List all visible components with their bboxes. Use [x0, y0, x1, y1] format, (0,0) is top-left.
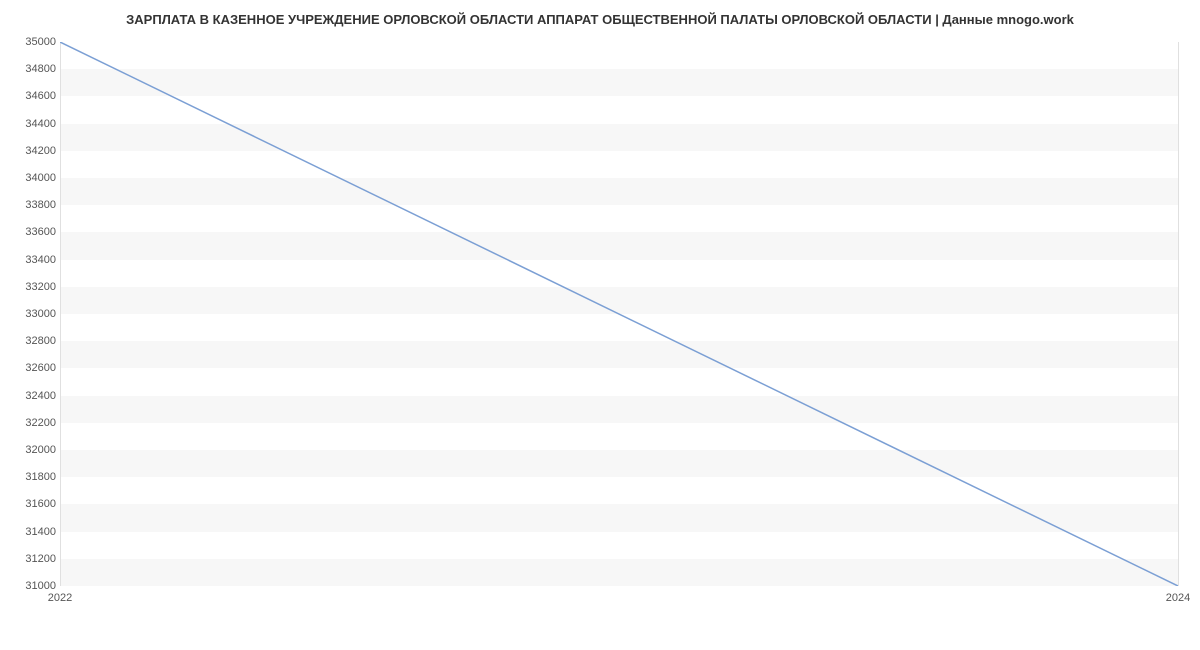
y-tick-label: 31400: [25, 526, 56, 538]
y-tick-label: 34400: [25, 118, 56, 130]
chart-line-svg: [60, 42, 1178, 586]
x-tick-label: 2022: [48, 592, 72, 604]
data-line: [60, 42, 1178, 586]
grid-line-x: [1178, 42, 1179, 586]
chart-container: ЗАРПЛАТА В КАЗЕННОЕ УЧРЕЖДЕНИЕ ОРЛОВСКОЙ…: [0, 0, 1200, 620]
y-tick-label: 34600: [25, 90, 56, 102]
y-tick-label: 32400: [25, 390, 56, 402]
y-tick-label: 34800: [25, 63, 56, 75]
y-tick-label: 31000: [25, 580, 56, 592]
y-tick-label: 32200: [25, 417, 56, 429]
x-tick-label: 2024: [1166, 592, 1190, 604]
y-tick-label: 32000: [25, 444, 56, 456]
plot-area: [60, 42, 1178, 586]
y-tick-label: 33400: [25, 254, 56, 266]
y-tick-label: 33600: [25, 226, 56, 238]
y-tick-label: 31200: [25, 553, 56, 565]
y-tick-label: 31600: [25, 498, 56, 510]
y-tick-label: 33800: [25, 199, 56, 211]
y-tick-label: 31800: [25, 471, 56, 483]
y-tick-label: 34000: [25, 172, 56, 184]
y-tick-label: 34200: [25, 145, 56, 157]
y-tick-label: 33200: [25, 281, 56, 293]
y-tick-label: 32800: [25, 335, 56, 347]
chart-title: ЗАРПЛАТА В КАЗЕННОЕ УЧРЕЖДЕНИЕ ОРЛОВСКОЙ…: [0, 0, 1200, 35]
y-tick-label: 32600: [25, 362, 56, 374]
y-tick-label: 33000: [25, 308, 56, 320]
y-tick-label: 35000: [25, 36, 56, 48]
